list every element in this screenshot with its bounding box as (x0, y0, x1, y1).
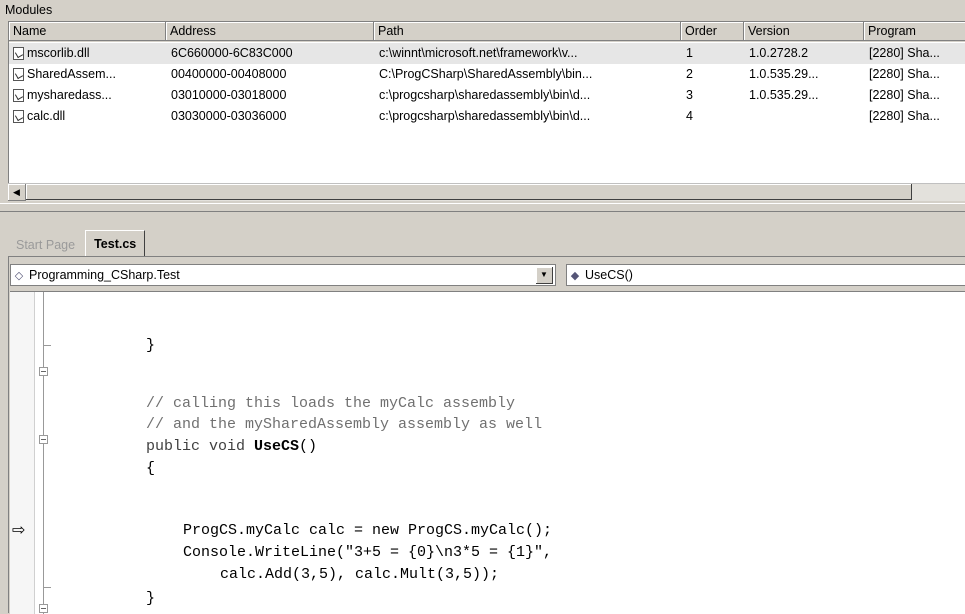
module-path: c:\winnt\microsoft.net\framework\v... (379, 46, 578, 60)
module-version (744, 106, 864, 127)
dll-module-icon (13, 47, 24, 60)
code-line: } (146, 337, 156, 354)
module-address: 6C660000-6C83C000 (171, 46, 293, 60)
module-order: 2 (686, 67, 693, 81)
table-row[interactable]: calc.dll 03030000-03036000 c:\progcsharp… (9, 106, 965, 127)
outline-end-tick (43, 587, 51, 588)
code-line: Console.WriteLine("3+5 = {0}\n3*5 = {1}"… (183, 544, 553, 561)
column-header-program[interactable]: Program (864, 22, 965, 41)
dll-module-icon (13, 68, 24, 81)
module-path: c:\progcsharp\sharedassembly\bin\d... (379, 109, 591, 123)
module-order: 4 (686, 109, 693, 123)
module-name: calc.dll (27, 109, 66, 123)
code-keyword: public void (146, 438, 255, 455)
editor-body: ◇ Programming_CSharp.Test ▼ ◆ UseCS() ⇨ … (8, 256, 965, 614)
code-comment: // and the mySharedAssembly assembly as … (146, 416, 543, 433)
module-order: 1 (686, 46, 693, 60)
code-area[interactable]: ⇨ } // calling this loads the myCalc ass… (10, 291, 965, 614)
indicator-margin[interactable] (10, 292, 35, 614)
module-path: C:\ProgCSharp\SharedAssembly\bin... (379, 67, 593, 81)
code-line: { (146, 460, 156, 477)
column-header-path[interactable]: Path (374, 22, 681, 41)
collapse-box-icon[interactable] (39, 367, 48, 376)
code-line: public void UseCS() (146, 437, 317, 457)
modules-window: Modules Name Address Path Order Version … (0, 0, 965, 212)
module-address: 03010000-03018000 (171, 88, 287, 102)
collapse-box-icon[interactable] (39, 435, 48, 444)
module-program: [2280] Sha... (869, 109, 940, 123)
column-header-name[interactable]: Name (9, 22, 166, 41)
class-dropdown-value: Programming_CSharp.Test (29, 268, 180, 282)
module-program: [2280] Sha... (869, 67, 940, 81)
column-header-address[interactable]: Address (166, 22, 374, 41)
class-icon: ◇ (14, 269, 24, 282)
module-order: 3 (686, 88, 693, 102)
scroll-left-arrow-icon[interactable]: ◀ (8, 184, 26, 201)
modules-list[interactable]: Name Address Path Order Version Program … (8, 21, 965, 195)
editor-tabs: Start Page Test.cs (8, 230, 146, 256)
tab-start-page[interactable]: Start Page (8, 234, 83, 256)
code-text: } // calling this loads the myCalc assem… (146, 292, 552, 607)
module-name: mscorlib.dll (27, 46, 90, 60)
chevron-down-icon[interactable]: ▼ (536, 267, 553, 284)
code-line: calc.Add(3,5), calc.Mult(3,5)); (220, 566, 500, 583)
module-name: mysharedass... (27, 88, 112, 102)
modules-header: Name Address Path Order Version Program (9, 22, 965, 42)
member-dropdown-value: UseCS() (585, 268, 633, 282)
horizontal-scrollbar[interactable]: ◀ (8, 183, 965, 201)
code-line: } (146, 590, 156, 607)
modules-rows: mscorlib.dll 6C660000-6C83C000 c:\winnt\… (9, 43, 965, 127)
module-name: SharedAssem... (27, 67, 116, 81)
outline-end-tick (43, 345, 51, 346)
code-text-fragment: () (299, 438, 318, 455)
code-line-current: ProgCS.myCalc calc = new ProgCS.myCalc()… (183, 522, 553, 539)
outline-guide (43, 292, 44, 614)
module-program: [2280] Sha... (869, 88, 940, 102)
table-row[interactable]: mscorlib.dll 6C660000-6C83C000 c:\winnt\… (9, 43, 965, 64)
class-dropdown[interactable]: ◇ Programming_CSharp.Test ▼ (10, 264, 556, 286)
scrollbar-thumb[interactable] (26, 184, 912, 200)
module-address: 03030000-03036000 (171, 109, 287, 123)
method-name: UseCS (254, 438, 300, 455)
module-version: 1.0.2728.2 (749, 46, 809, 60)
dll-module-icon (13, 89, 24, 102)
table-row[interactable]: mysharedass... 03010000-03018000 c:\prog… (9, 85, 965, 106)
module-program: [2280] Sha... (869, 46, 940, 60)
tab-test-cs[interactable]: Test.cs (85, 230, 146, 256)
module-version: 1.0.535.29... (749, 67, 819, 81)
column-header-version[interactable]: Version (744, 22, 864, 41)
dll-module-icon (13, 110, 24, 123)
module-version: 1.0.535.29... (749, 88, 819, 102)
execution-arrow-icon: ⇨ (12, 522, 26, 539)
method-icon: ◆ (570, 269, 580, 282)
module-address: 00400000-00408000 (171, 67, 287, 81)
code-editor-window: Start Page Test.cs ◇ Programming_CSharp.… (0, 214, 965, 614)
module-path: c:\progcsharp\sharedassembly\bin\d... (379, 88, 591, 102)
modules-title: Modules (5, 3, 53, 17)
code-comment: // calling this loads the myCalc assembl… (146, 395, 516, 412)
column-header-order[interactable]: Order (681, 22, 744, 41)
member-dropdown[interactable]: ◆ UseCS() (566, 264, 965, 286)
table-row[interactable]: SharedAssem... 00400000-00408000 C:\Prog… (9, 64, 965, 85)
pane-splitter[interactable] (0, 203, 965, 212)
